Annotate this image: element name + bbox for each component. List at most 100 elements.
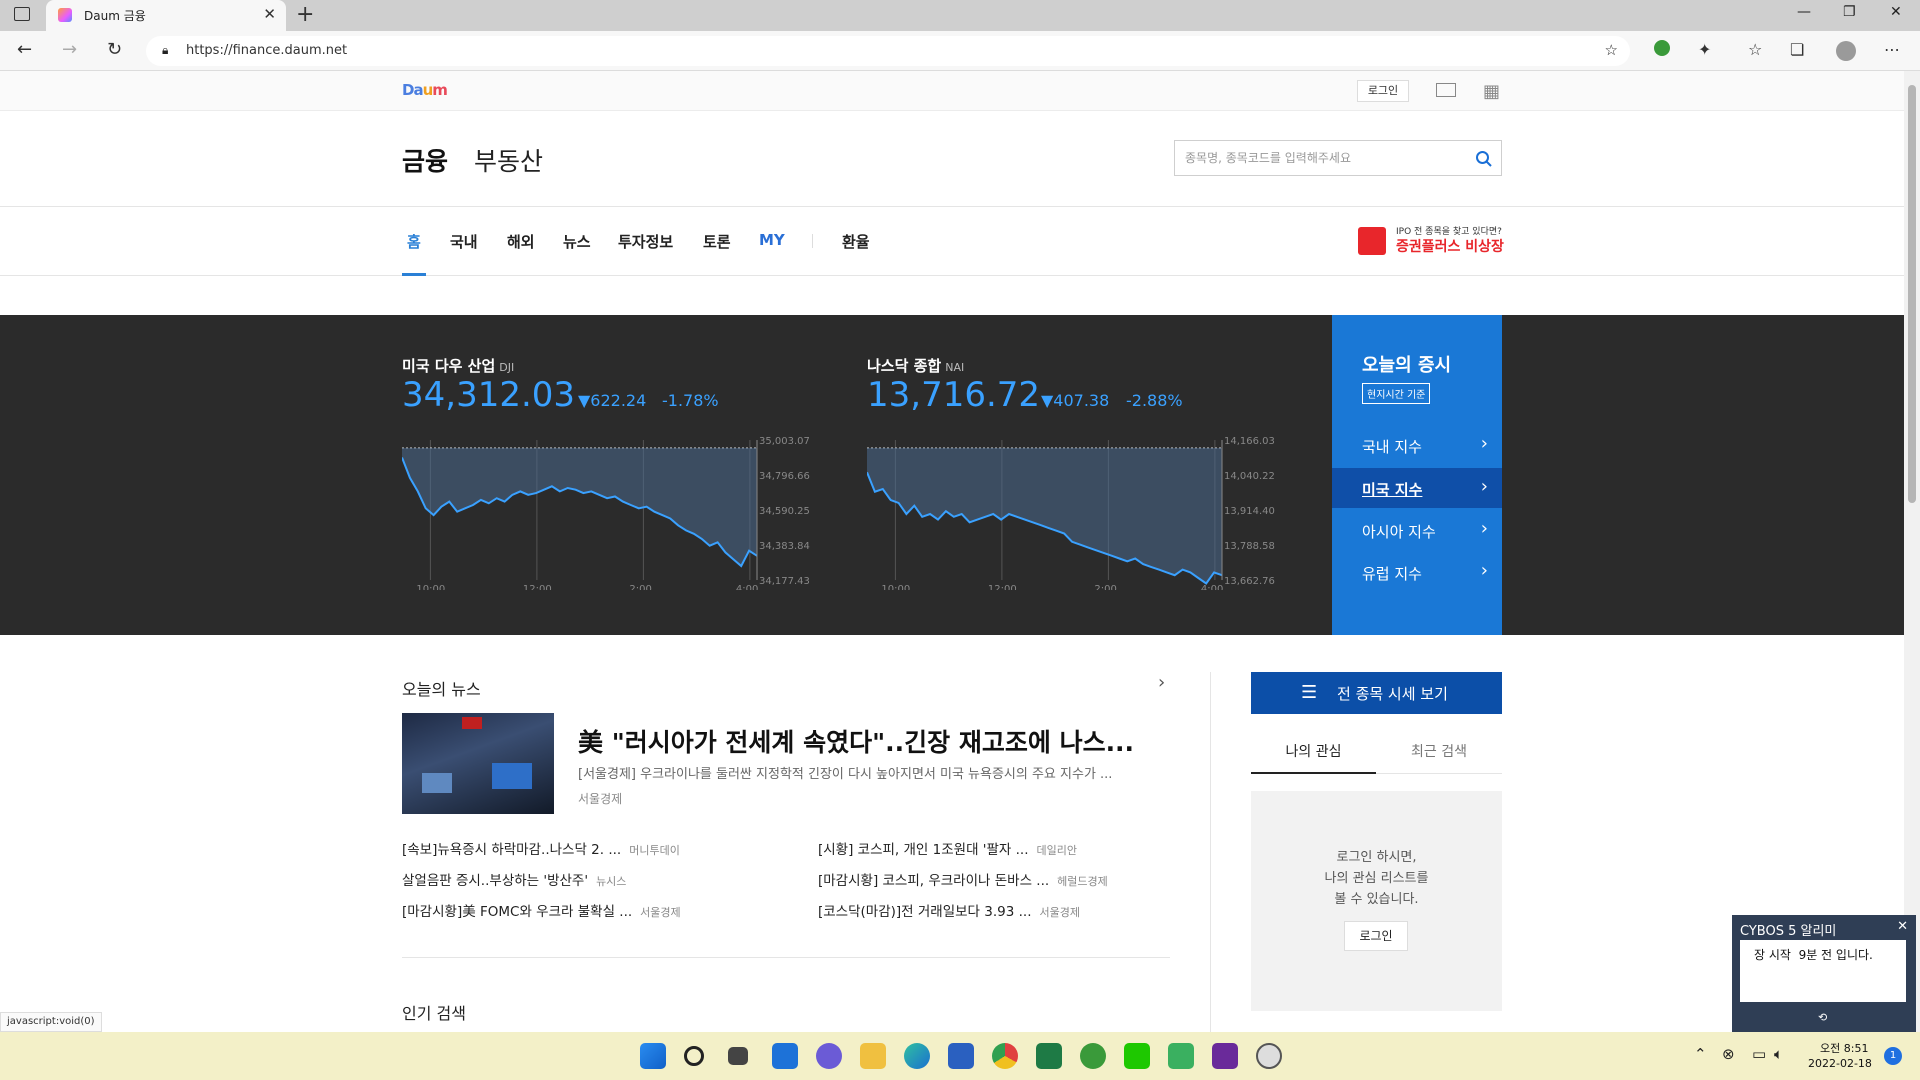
search-icon[interactable] <box>684 1046 704 1066</box>
back-icon[interactable]: ← <box>17 39 32 60</box>
tab-recent-search[interactable]: 최근 검색 <box>1376 730 1502 774</box>
today-item-us[interactable]: 미국 지수 › <box>1332 468 1502 508</box>
app-cybos-icon[interactable] <box>1256 1043 1282 1069</box>
tray-overflow-icon[interactable]: ⌃ <box>1694 1045 1707 1063</box>
nav-news[interactable]: 뉴스 <box>563 231 591 252</box>
popup-refresh-icon[interactable]: ⟲ <box>1818 1011 1827 1024</box>
nav-invest-info[interactable]: 투자정보 <box>618 231 673 252</box>
all-stocks-button[interactable]: ☰ 전 종목 시세 보기 <box>1251 672 1502 714</box>
new-tab-icon[interactable]: + <box>296 2 314 27</box>
favorites-icon[interactable]: ☆ <box>1748 40 1762 59</box>
search-icon[interactable] <box>1475 150 1493 168</box>
tab-my-interest[interactable]: 나의 관심 <box>1251 730 1376 774</box>
news-more-icon[interactable]: › <box>1158 672 1165 693</box>
volume-icon[interactable]: 🔈︎ <box>1774 1045 1783 1063</box>
news-thumbnail[interactable] <box>402 713 554 814</box>
extension-globe-icon[interactable] <box>1654 40 1670 56</box>
nav-my[interactable]: MY <box>759 231 785 249</box>
app-globe-icon[interactable] <box>1080 1043 1106 1069</box>
mail-icon[interactable] <box>1436 83 1456 97</box>
address-bar: ← → ↻ 🔒︎ https://finance.daum.net ☆ ✦ ☆ … <box>0 31 1920 71</box>
today-item-asia[interactable]: 아시아 지수 › <box>1332 510 1502 550</box>
nav-forum[interactable]: 토론 <box>703 231 731 252</box>
edge-icon[interactable] <box>904 1043 930 1069</box>
news-headline[interactable]: 美 "러시아가 전세계 속였다"..긴장 재고조에 나스... <box>578 723 1134 759</box>
local-nav: 홈 국내 해외 뉴스 투자정보 토론 MY 환율 IPO 전 종목을 찾고 있다… <box>0 208 1904 276</box>
tab-actions-icon[interactable] <box>14 7 30 21</box>
nav-exchange[interactable]: 환율 <box>842 231 870 252</box>
divider <box>402 957 1170 958</box>
popular-search-title: 인기 검색 <box>402 1004 466 1023</box>
news-link-source: 머니투데이 <box>629 844 680 857</box>
ad-logo-icon <box>1358 227 1386 255</box>
clock-time[interactable]: 오전 8:51 <box>1820 1040 1868 1056</box>
daum-favicon-icon <box>58 8 72 22</box>
apps-grid-icon[interactable]: ▦ <box>1483 81 1500 102</box>
search-input[interactable] <box>1175 141 1465 175</box>
restore-icon[interactable]: ❐ <box>1843 4 1856 20</box>
page-scrollbar[interactable] <box>1904 71 1920 1032</box>
collections-icon[interactable]: ❏ <box>1790 40 1804 59</box>
news-link-text: [속보]뉴욕증시 하락마감..나스닥 2. ... <box>402 842 622 858</box>
nav-domestic[interactable]: 국내 <box>450 231 478 252</box>
extensions-icon[interactable]: ✦ <box>1698 40 1711 59</box>
profile-avatar[interactable] <box>1836 41 1856 61</box>
naver-icon[interactable] <box>1124 1043 1150 1069</box>
chrome-icon[interactable] <box>992 1043 1018 1069</box>
task-view-icon[interactable] <box>728 1047 748 1065</box>
store-icon[interactable] <box>948 1043 974 1069</box>
nav-overseas[interactable]: 해외 <box>507 231 535 252</box>
index-nasdaq[interactable]: 나스닥 종합 NAI 13,716.72 ▼407.38 -2.88% 14,16… <box>867 315 1275 635</box>
url-field[interactable]: 🔒︎ https://finance.daum.net ☆ <box>146 36 1630 66</box>
login-prompt-line: 로그인 하시면, <box>1336 850 1417 865</box>
ad-title: 증권플러스 비상장 <box>1396 239 1504 255</box>
favorite-add-icon[interactable]: ☆ <box>1605 41 1618 59</box>
today-item-europe[interactable]: 유럽 지수 › <box>1332 552 1502 592</box>
login-button[interactable]: 로그인 <box>1357 80 1409 102</box>
news-link[interactable]: [마감시황] 코스피, 우크라이나 돈바스 ... 헤럴드경제 <box>818 869 1108 889</box>
news-link-source: 뉴시스 <box>596 875 627 888</box>
chevron-right-icon: › <box>1480 518 1488 539</box>
thumb-screen <box>422 773 452 793</box>
news-description[interactable]: [서울경제] 우크라이나를 둘러싼 지정학적 긴장이 다시 높아지면서 미국 뉴… <box>578 763 1112 782</box>
index-percent: -1.78% <box>662 391 719 410</box>
scroll-thumb[interactable] <box>1908 85 1916 503</box>
more-icon[interactable]: ⋯ <box>1884 40 1900 59</box>
tab-close-icon[interactable]: ✕ <box>263 5 276 23</box>
file-explorer-icon[interactable] <box>860 1043 886 1069</box>
refresh-icon[interactable]: ↻ <box>107 39 122 60</box>
interest-login-button[interactable]: 로그인 <box>1344 921 1408 951</box>
today-market-title: 오늘의 증시 <box>1362 355 1452 376</box>
start-icon[interactable] <box>640 1043 666 1069</box>
news-link[interactable]: [코스닥(마감)]전 거래일보다 3.93 ... 서울경제 <box>818 900 1080 920</box>
popup-close-icon[interactable]: ✕ <box>1897 919 1908 934</box>
excel-icon[interactable] <box>1036 1043 1062 1069</box>
news-link[interactable]: [마감시황]美 FOMC와 우크라 불확실 ... 서울경제 <box>402 900 681 920</box>
news-link[interactable]: [속보]뉴욕증시 하락마감..나스닥 2. ... 머니투데이 <box>402 838 680 858</box>
app-purple-icon[interactable] <box>1212 1043 1238 1069</box>
tray-app-icon[interactable]: ⊗ <box>1722 1045 1735 1063</box>
x-tick-label: 12:00 <box>988 584 1017 590</box>
chat-icon[interactable] <box>816 1043 842 1069</box>
today-item-domestic[interactable]: 국내 지수 › <box>1332 425 1502 465</box>
network-icon[interactable]: ▭ <box>1752 1045 1766 1063</box>
y-tick-label: 34,796.66 <box>759 471 810 482</box>
app-green-icon[interactable] <box>1168 1043 1194 1069</box>
daum-logo[interactable]: Daum <box>402 81 448 99</box>
widgets-icon[interactable] <box>772 1043 798 1069</box>
news-link[interactable]: [시황] 코스피, 개인 1조원대 '팔자 ... 데일리안 <box>818 838 1077 858</box>
close-window-icon[interactable]: ✕ <box>1890 4 1902 20</box>
index-code: NAI <box>945 361 965 374</box>
index-dji[interactable]: 미국 다우 산업 DJI 34,312.03 ▼622.24 -1.78% 35,… <box>402 315 810 635</box>
service-estate-link[interactable]: 부동산 <box>474 142 543 178</box>
clock-date[interactable]: 2022-02-18 <box>1808 1057 1872 1070</box>
minimize-icon[interactable]: — <box>1797 4 1811 20</box>
forward-icon[interactable]: → <box>62 39 77 60</box>
logo-part: m <box>432 81 448 99</box>
service-finance-link[interactable]: 금융 <box>402 142 448 178</box>
nav-home[interactable]: 홈 <box>407 231 421 252</box>
news-link[interactable]: 살얼음판 증시..부상하는 '방산주' 뉴시스 <box>402 869 626 889</box>
column-divider <box>1210 672 1211 1032</box>
browser-tab[interactable]: Daum 금융 ✕ <box>46 0 286 31</box>
notification-badge[interactable]: 1 <box>1884 1047 1902 1065</box>
